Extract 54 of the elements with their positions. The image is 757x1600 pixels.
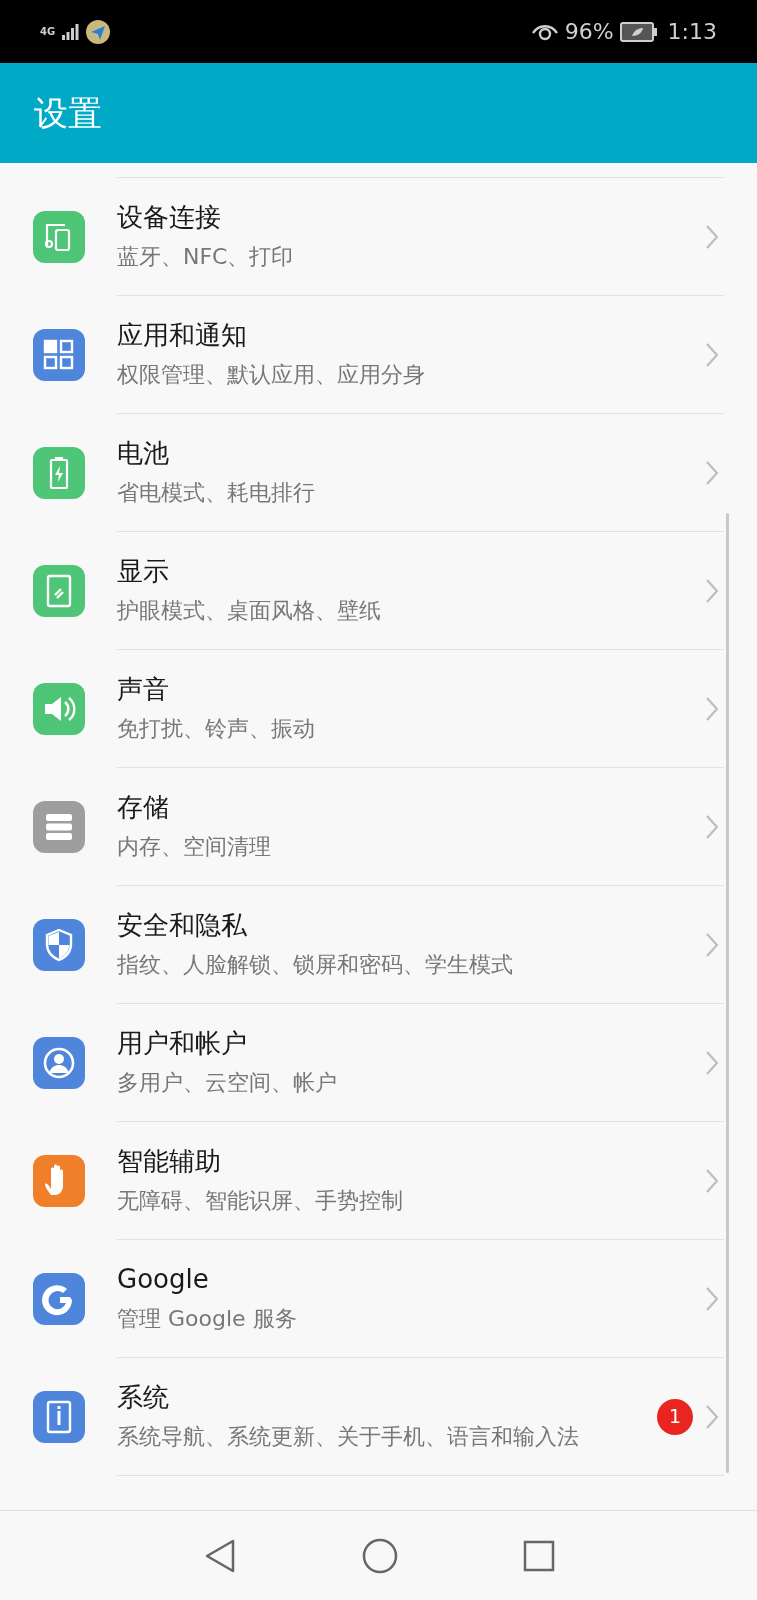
chevron-icon	[705, 577, 719, 604]
item-title: 设备连接	[117, 200, 222, 234]
chevron-icon	[705, 813, 719, 840]
settings-item[interactable]: 显示 护眼模式、桌面风格、壁纸	[0, 532, 757, 650]
item-subtitle: 管理 Google 服务	[117, 1304, 298, 1333]
item-subtitle: 指纹、人脸解锁、锁屏和密码、学生模式	[117, 950, 514, 979]
chevron-icon	[705, 1167, 719, 1194]
clock: 1:13	[667, 18, 717, 46]
item-subtitle: 免打扰、铃声、振动	[117, 714, 316, 743]
item-title: 应用和通知	[117, 318, 248, 352]
item-title: 系统	[117, 1380, 170, 1414]
settings-item[interactable]: Google 管理 Google 服务	[0, 1240, 757, 1358]
item-subtitle: 省电模式、耗电排行	[117, 478, 316, 507]
item-title: 智能辅助	[117, 1144, 222, 1178]
home-icon[interactable]	[361, 1537, 398, 1574]
item-title: 显示	[117, 554, 170, 588]
chevron-icon	[705, 223, 719, 250]
item-title: 存储	[117, 790, 170, 824]
settings-item[interactable]: 安全和隐私 指纹、人脸解锁、锁屏和密码、学生模式	[0, 886, 757, 1004]
chevron-icon	[705, 1049, 719, 1076]
item-title: Google	[117, 1262, 210, 1296]
battery-icon	[619, 21, 658, 42]
settings-item[interactable]: 智能辅助 无障碍、智能识屏、手势控制	[0, 1122, 757, 1240]
item-subtitle: 多用户、云空间、帐户	[117, 1068, 338, 1097]
chevron-icon	[705, 1285, 719, 1312]
settings-item[interactable]: 用户和帐户 多用户、云空间、帐户	[0, 1004, 757, 1122]
item-title: 声音	[117, 672, 170, 706]
item-title: 电池	[117, 436, 170, 470]
chevron-icon	[705, 341, 719, 368]
item-subtitle: 系统导航、系统更新、关于手机、语言和输入法	[117, 1422, 580, 1451]
battery-percent: 96%	[564, 18, 614, 46]
chevron-icon	[705, 931, 719, 958]
item-subtitle: 护眼模式、桌面风格、壁纸	[117, 596, 382, 625]
item-subtitle: 无障碍、智能识屏、手势控制	[117, 1186, 404, 1215]
settings-item[interactable]: 应用和通知 权限管理、默认应用、应用分身	[0, 296, 757, 414]
item-title: 安全和隐私	[117, 908, 248, 942]
recents-icon[interactable]	[522, 1539, 555, 1572]
chevron-icon	[705, 459, 719, 486]
item-subtitle: 内存、空间清理	[117, 832, 272, 861]
settings-item[interactable]: 系统 系统导航、系统更新、关于手机、语言和输入法 1	[0, 1358, 757, 1476]
chevron-icon	[705, 1403, 719, 1430]
item-title: 用户和帐户	[117, 1026, 248, 1060]
settings-item[interactable]: 电池 省电模式、耗电排行	[0, 414, 757, 532]
settings-item[interactable]: 声音 免打扰、铃声、振动	[0, 650, 757, 768]
item-subtitle: 权限管理、默认应用、应用分身	[117, 360, 426, 389]
chevron-icon	[705, 695, 719, 722]
network-type: 4G	[40, 26, 56, 37]
notification-badge: 1	[657, 1398, 693, 1435]
settings-item[interactable]: 设备连接 蓝牙、NFC、打印	[0, 178, 757, 296]
signal-icon	[61, 22, 80, 41]
settings-item[interactable]: 存储 内存、空间清理	[0, 768, 757, 886]
page-title: 设置	[34, 91, 102, 135]
item-subtitle: 蓝牙、NFC、打印	[117, 242, 295, 271]
navigation-app-icon	[85, 18, 112, 45]
